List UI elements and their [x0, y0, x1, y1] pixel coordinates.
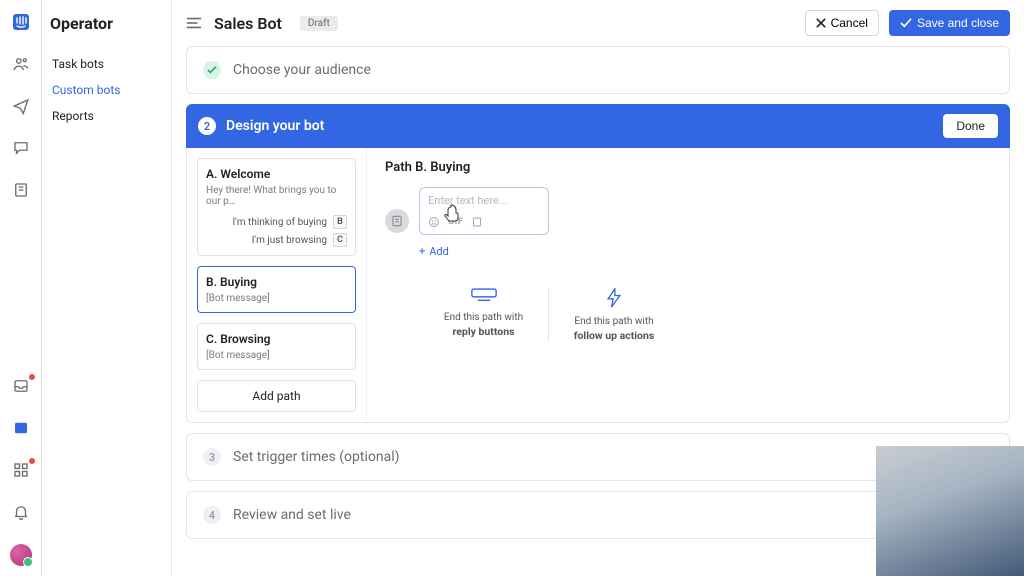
message-input[interactable]: Enter text here...: [428, 194, 540, 212]
main: Sales Bot Draft Cancel Save and close Ch…: [172, 0, 1024, 576]
step-audience-title: Choose your audience: [233, 62, 371, 78]
path-editor: Path B. Buying Enter text here... GIF: [367, 148, 1009, 422]
bell-icon[interactable]: [11, 502, 31, 522]
operator-icon[interactable]: [11, 418, 31, 438]
cancel-label: Cancel: [831, 16, 868, 30]
step-audience[interactable]: Choose your audience: [186, 46, 1010, 94]
sidebar-item-custom-bots[interactable]: Custom bots: [48, 77, 161, 103]
sidebar-item-reports[interactable]: Reports: [48, 103, 161, 129]
message-input-bubble[interactable]: Enter text here... GIF: [419, 187, 549, 235]
path-list: A. Welcome Hey there! What brings you to…: [187, 148, 367, 422]
page-title: Sales Bot: [214, 14, 282, 33]
sidebar-item-task-bots[interactable]: Task bots: [48, 51, 161, 77]
step-num-2: 2: [198, 117, 216, 135]
book-icon[interactable]: [11, 180, 31, 200]
plus-icon: +: [419, 245, 425, 258]
cancel-button[interactable]: Cancel: [805, 10, 879, 36]
step-check-icon: [203, 61, 221, 79]
bot-avatar-icon: [385, 209, 409, 233]
step-review-title: Review and set live: [233, 507, 351, 523]
step-design-header: 2 Design your bot Done: [186, 104, 1010, 148]
inbox-icon[interactable]: [11, 376, 31, 396]
add-message-button[interactable]: + Add: [419, 245, 991, 258]
sidebar: Operator Task bots Custom bots Reports: [42, 0, 172, 576]
user-avatar[interactable]: [10, 544, 32, 566]
welcome-option-buying[interactable]: I'm thinking of buying B: [206, 215, 347, 229]
save-button[interactable]: Save and close: [889, 10, 1010, 36]
gif-button[interactable]: GIF: [448, 217, 463, 227]
status-badge: Draft: [300, 16, 338, 31]
done-button[interactable]: Done: [943, 114, 998, 138]
emoji-icon[interactable]: [428, 216, 440, 228]
chat-icon[interactable]: [11, 138, 31, 158]
icon-rail: [0, 0, 42, 576]
welcome-option-browsing[interactable]: I'm just browsing C: [206, 233, 347, 247]
path-card-browsing[interactable]: C. Browsing [Bot message]: [197, 323, 356, 370]
save-label: Save and close: [917, 16, 999, 30]
step-design: 2 Design your bot Done A. Welcome Hey th…: [186, 104, 1010, 423]
step-num-3: 3: [203, 448, 221, 466]
people-icon[interactable]: [11, 54, 31, 74]
step-num-4: 4: [203, 506, 221, 524]
apps-icon[interactable]: [11, 460, 31, 480]
sidebar-title: Operator: [50, 14, 161, 33]
send-icon[interactable]: [11, 96, 31, 116]
editor-title: Path B. Buying: [385, 160, 991, 175]
step-design-title: Design your bot: [226, 118, 324, 134]
path-card-buying[interactable]: B. Buying [Bot message]: [197, 266, 356, 313]
end-follow-up[interactable]: End this path with follow up actions: [549, 288, 679, 342]
add-path-button[interactable]: Add path: [197, 380, 356, 412]
path-card-welcome[interactable]: A. Welcome Hey there! What brings you to…: [197, 158, 356, 256]
topbar: Sales Bot Draft Cancel Save and close: [172, 0, 1024, 46]
step-trigger-title: Set trigger times (optional): [233, 449, 400, 465]
intercom-logo-icon[interactable]: [11, 12, 31, 32]
menu-icon[interactable]: [186, 16, 204, 30]
attachment-icon[interactable]: [471, 216, 483, 228]
end-reply-buttons[interactable]: End this path with reply buttons: [419, 288, 549, 342]
video-pip: [876, 446, 1024, 576]
reply-buttons-icon: [433, 288, 534, 304]
lightning-icon: [563, 288, 665, 308]
